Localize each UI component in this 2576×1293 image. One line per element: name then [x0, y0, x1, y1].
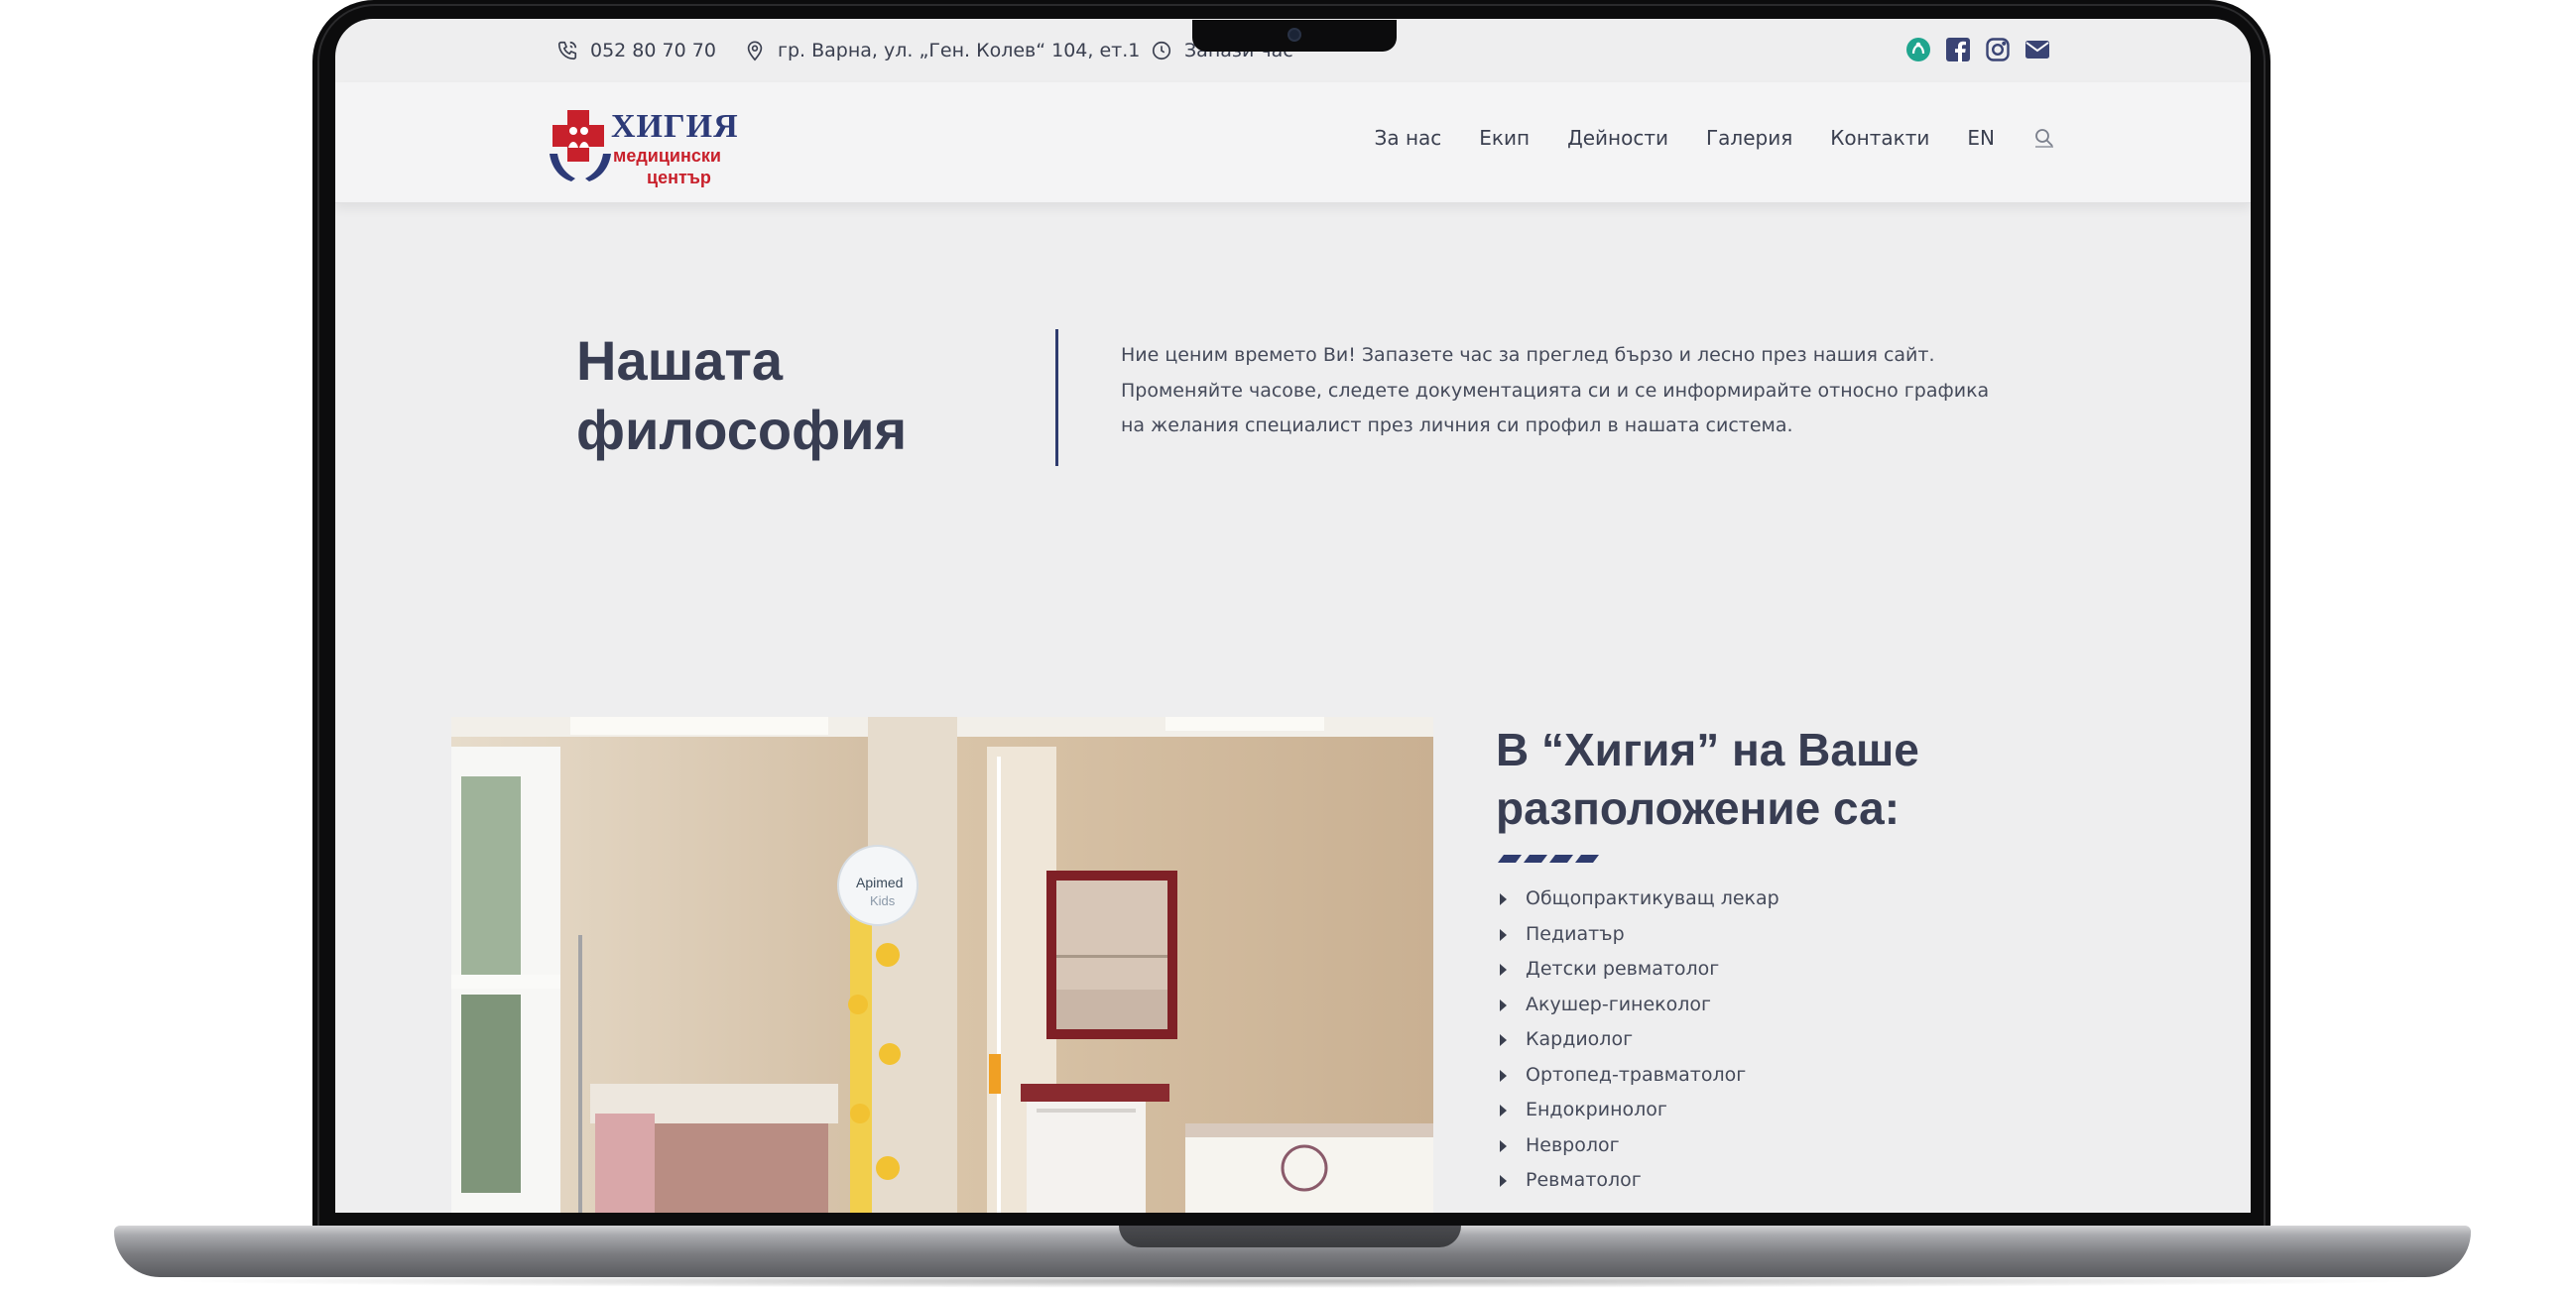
nav-item-team[interactable]: Екип — [1479, 126, 1530, 150]
clinic-room-photo: Apimed Kids — [451, 717, 1433, 1213]
poster-brand-text: Apimed — [856, 875, 903, 890]
philosophy-title: Нашата философия — [576, 329, 908, 461]
phone-icon — [557, 41, 577, 60]
decorative-dashes — [1498, 855, 1599, 863]
list-item: Невролог — [1498, 1128, 1779, 1164]
logo-subtitle: медицински — [613, 146, 721, 166]
laptop-notch — [1192, 20, 1397, 52]
address-link[interactable]: гр. Варна, ул. „Ген. Колев“ 104, ет.1 — [744, 35, 1140, 66]
camera-icon — [1288, 28, 1301, 42]
section-divider — [1055, 329, 1058, 466]
list-item: Ревматолог — [1498, 1163, 1779, 1199]
phone-number: 052 80 70 70 — [590, 40, 716, 61]
list-item: Общопрактикуващ лекар — [1498, 882, 1779, 917]
nav-item-services[interactable]: Дейности — [1567, 126, 1668, 150]
healthcare-app-icon[interactable] — [1905, 37, 1931, 62]
medical-cross-hands-icon — [550, 110, 611, 181]
list-item: Детски ревматолог — [1498, 952, 1779, 988]
instagram-icon[interactable] — [1985, 37, 2011, 62]
location-pin-icon — [747, 41, 763, 61]
email-icon[interactable] — [2024, 37, 2050, 62]
search-icon[interactable] — [2032, 126, 2056, 150]
nav-item-about[interactable]: За нас — [1375, 126, 1442, 150]
facebook-icon[interactable] — [1945, 37, 1971, 62]
list-item: Педиатър — [1498, 917, 1779, 953]
site-logo[interactable]: ХИГИЯ медицински център — [548, 102, 738, 187]
list-item: Ортопед-травматолог — [1498, 1058, 1779, 1094]
nav-item-gallery[interactable]: Галерия — [1706, 126, 1792, 150]
laptop-base-groove — [1119, 1226, 1461, 1247]
poster-brand-subtext: Kids — [870, 893, 896, 908]
services-list: Общопрактикуващ лекар Педиатър Детски ре… — [1498, 882, 1779, 1199]
social-links — [1905, 37, 2050, 62]
browser-viewport: 052 80 70 70 гр. Варна, ул. „Ген. Колев“… — [335, 19, 2251, 1213]
main-nav: За нас Екип Дейности Галерия Контакти EN — [1375, 126, 2056, 150]
nav-item-contacts[interactable]: Контакти — [1830, 126, 1929, 150]
nav-item-language[interactable]: EN — [1967, 126, 1995, 150]
list-item: Ендокринолог — [1498, 1093, 1779, 1128]
address-text: гр. Варна, ул. „Ген. Колев“ 104, ет.1 — [778, 40, 1141, 61]
phone-link[interactable]: 052 80 70 70 — [556, 35, 716, 66]
services-title: В “Хигия” на Ваше разположение са: — [1496, 724, 1919, 834]
philosophy-text: Ние ценим времето Ви! Запазете час за пр… — [1121, 344, 1990, 436]
list-item: Кардиолог — [1498, 1022, 1779, 1058]
site-header: ХИГИЯ медицински център За нас Екип Дейн… — [335, 82, 2251, 203]
logo-subtitle-2: център — [647, 168, 711, 187]
logo-title: ХИГИЯ — [611, 108, 739, 145]
clock-icon — [1152, 41, 1171, 60]
list-item: Акушер-гинеколог — [1498, 988, 1779, 1023]
